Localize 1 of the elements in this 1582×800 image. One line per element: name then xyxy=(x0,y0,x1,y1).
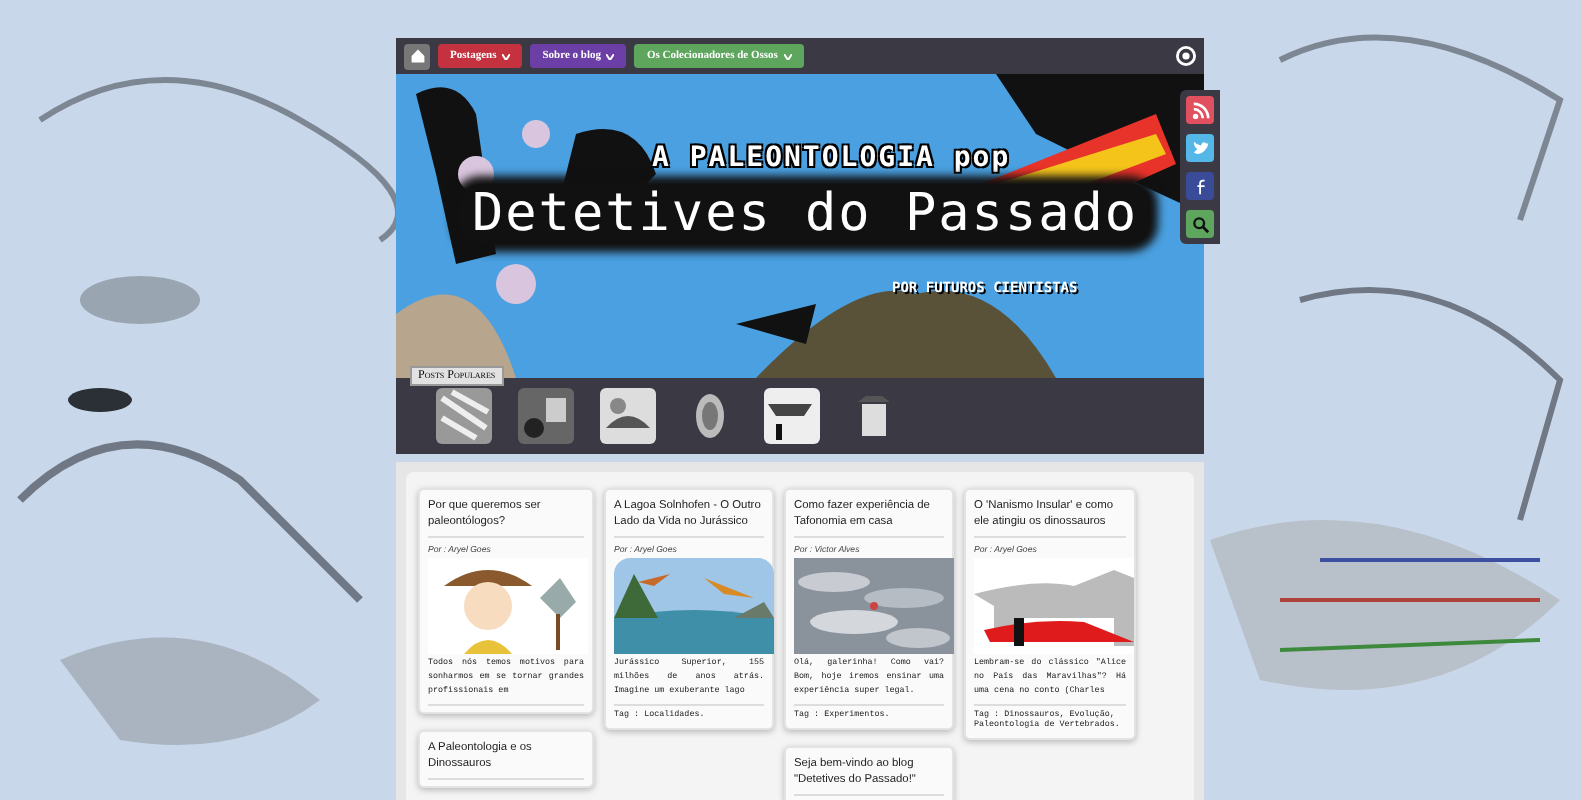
banner-kicker: A PALEONTOLOGIA pop xyxy=(652,142,1011,174)
